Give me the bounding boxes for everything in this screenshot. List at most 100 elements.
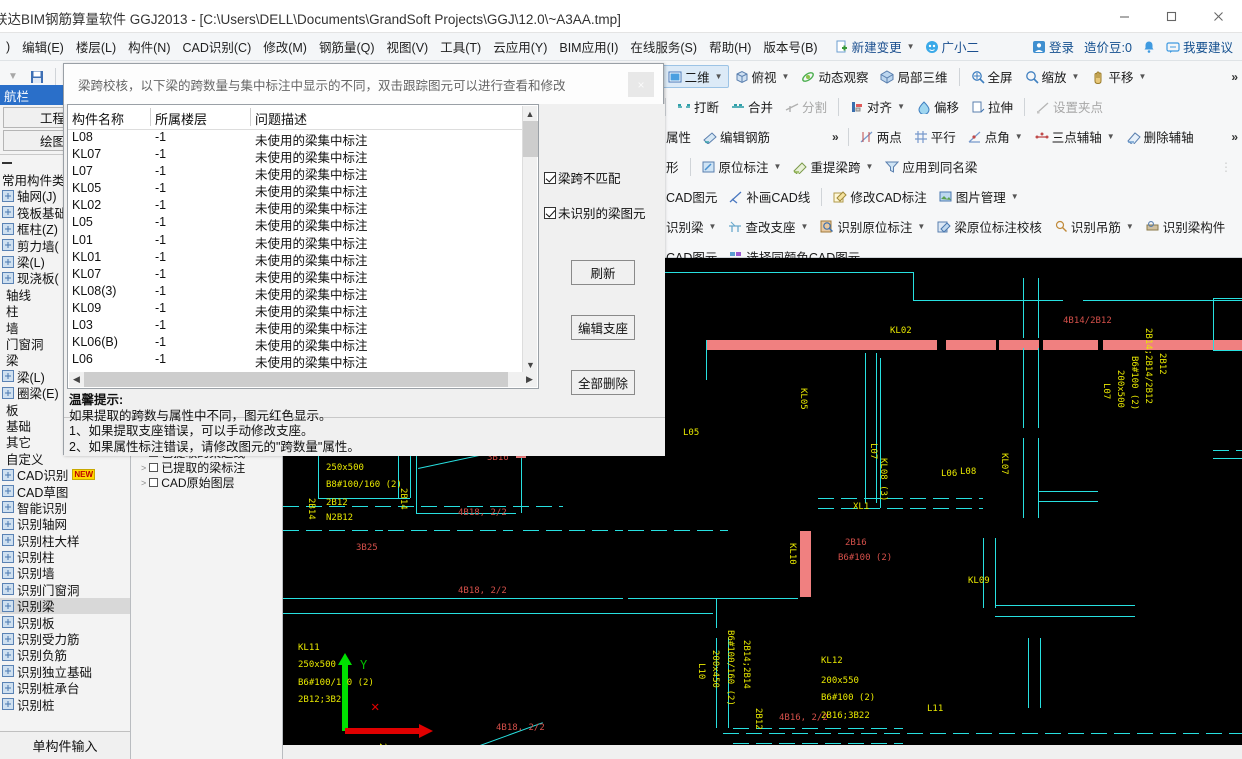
coin-balance[interactable]: 造价豆:0 bbox=[1079, 35, 1137, 58]
checkbox-icon[interactable] bbox=[149, 478, 159, 487]
sidebar-item-24[interactable]: 识别门窗洞 bbox=[0, 581, 130, 598]
table-row[interactable]: KL09 -1 未使用的梁集中标注 bbox=[68, 301, 538, 319]
menu-item-0[interactable]: ) bbox=[0, 38, 16, 56]
new-change-button[interactable]: 新建变更 ▼ bbox=[830, 35, 920, 58]
delete-all-button[interactable]: 全部删除 bbox=[571, 370, 635, 395]
break-button[interactable]: 打断 bbox=[671, 95, 725, 118]
checkbox-span-mismatch[interactable]: 梁跨不匹配 bbox=[544, 168, 662, 187]
two-point-button[interactable]: 两点 bbox=[854, 125, 908, 148]
table-row[interactable]: KL02 -1 未使用的梁集中标注 bbox=[68, 198, 538, 216]
sidebar-item-27[interactable]: 识别受力筋 bbox=[0, 630, 130, 647]
sidebar-item-28[interactable]: 识别负筋 bbox=[0, 647, 130, 663]
chevron-down-icon[interactable]: ▼ bbox=[907, 42, 915, 51]
tree-item-1[interactable]: > 已提取的梁标注 bbox=[131, 460, 283, 475]
sidebar-item-31[interactable]: 识别桩 bbox=[0, 696, 130, 713]
chevron-down-icon[interactable]: ▼ bbox=[709, 222, 717, 231]
beam-annotation-check-button[interactable]: 梁原位标注校核 bbox=[931, 215, 1048, 238]
recognize-beam-component-button[interactable]: 识别梁构件 bbox=[1140, 215, 1232, 238]
modify-cad-annotation-button[interactable]: 修改CAD标注 bbox=[827, 185, 932, 208]
column-header-name[interactable]: 构件名称 bbox=[68, 105, 151, 129]
menu-item-edit[interactable]: 编辑(E) bbox=[16, 35, 70, 58]
scroll-right-icon[interactable]: ▶ bbox=[522, 372, 537, 387]
merge-button[interactable]: 合并 bbox=[725, 95, 779, 118]
top-view-button[interactable]: 俯视 ▼ bbox=[729, 65, 796, 88]
sidebar-item-25[interactable]: 识别梁 bbox=[0, 597, 130, 614]
overflow-chevron-3[interactable]: » bbox=[828, 130, 843, 144]
sidebar-item-29[interactable]: 识别独立基础 bbox=[0, 663, 130, 680]
close-button[interactable] bbox=[1195, 0, 1242, 33]
chevron-right-icon[interactable]: > bbox=[141, 478, 146, 488]
table-row[interactable]: L07 -1 未使用的梁集中标注 bbox=[68, 164, 538, 182]
three-point-axis-button[interactable]: 三点辅轴 ▼ bbox=[1029, 125, 1121, 148]
menu-item-view[interactable]: 视图(V) bbox=[381, 35, 435, 58]
sidebar-item-26[interactable]: 识别板 bbox=[0, 614, 130, 631]
overflow-chevron-2[interactable]: » bbox=[1227, 70, 1242, 84]
maximize-button[interactable] bbox=[1148, 0, 1195, 33]
chevron-down-icon[interactable]: ▼ bbox=[782, 72, 790, 81]
checkbox-icon[interactable] bbox=[544, 206, 556, 219]
vertical-scroll-thumb[interactable] bbox=[523, 121, 538, 157]
apply-same-name-beam-button[interactable]: 应用到同名梁 bbox=[879, 155, 983, 178]
align-button[interactable]: 对齐 ▼ bbox=[844, 95, 911, 118]
menu-item-version[interactable]: 版本号(B) bbox=[757, 35, 823, 58]
table-row[interactable]: L08 -1 未使用的梁集中标注 bbox=[68, 130, 538, 148]
delete-aux-axis-button[interactable]: 删除辅轴 bbox=[1121, 125, 1200, 148]
draw-cad-line-button[interactable]: 补画CAD线 bbox=[723, 185, 816, 208]
scroll-left-icon[interactable]: ◀ bbox=[69, 372, 84, 387]
pan-button[interactable]: 平移 ▼ bbox=[1085, 65, 1152, 88]
point-angle-button[interactable]: 点角 ▼ bbox=[962, 125, 1029, 148]
chevron-down-icon[interactable]: ▼ bbox=[715, 72, 723, 81]
edit-rebar-button[interactable]: 编辑钢筋 bbox=[697, 125, 776, 148]
table-row[interactable]: L01 -1 未使用的梁集中标注 bbox=[68, 233, 538, 251]
chevron-down-icon[interactable]: ▼ bbox=[1126, 222, 1134, 231]
cad-element-button[interactable]: CAD图元 bbox=[660, 185, 723, 208]
chevron-down-icon[interactable]: ▼ bbox=[774, 162, 782, 171]
menu-item-help[interactable]: 帮助(H) bbox=[703, 35, 757, 58]
user-nick-chip[interactable]: 广小二 bbox=[920, 35, 985, 58]
grid-vertical-scrollbar[interactable]: ▲ ▼ bbox=[522, 106, 538, 372]
column-header-description[interactable]: 问题描述 bbox=[251, 105, 521, 129]
collapse-icon[interactable] bbox=[2, 162, 12, 165]
sidebar-item-18[interactable]: CAD草图 bbox=[0, 483, 130, 500]
suggestion-button[interactable]: 我要建议 bbox=[1161, 35, 1238, 58]
login-button[interactable]: 登录 bbox=[1027, 35, 1079, 58]
image-manager-button[interactable]: 图片管理 ▼ bbox=[933, 185, 1025, 208]
chevron-down-icon[interactable]: ▼ bbox=[865, 162, 873, 171]
menu-item-online-service[interactable]: 在线服务(S) bbox=[624, 35, 703, 58]
recognize-beam-button[interactable]: 识别梁 ▼ bbox=[660, 215, 722, 238]
menu-item-cad-recognition[interactable]: CAD识别(C) bbox=[176, 35, 257, 58]
split-button[interactable]: 分割 bbox=[779, 95, 833, 118]
table-row[interactable]: KL07 -1 未使用的梁集中标注 bbox=[68, 267, 538, 285]
zoom-button[interactable]: 缩放 ▼ bbox=[1019, 65, 1086, 88]
recognize-hanging-rebar-button[interactable]: 识别吊筋 ▼ bbox=[1048, 215, 1140, 238]
notification-button[interactable] bbox=[1137, 38, 1161, 56]
parallel-button[interactable]: 平行 bbox=[908, 125, 962, 148]
column-header-floor[interactable]: 所属楼层 bbox=[151, 105, 251, 129]
edit-support-button[interactable]: 编辑支座 bbox=[571, 315, 635, 340]
sidebar-item-22[interactable]: 识别柱 bbox=[0, 548, 130, 565]
table-row[interactable]: L06 -1 未使用的梁集中标注 bbox=[68, 352, 538, 370]
set-grip-button[interactable]: 设置夹点 bbox=[1030, 95, 1109, 118]
menu-item-tools[interactable]: 工具(T) bbox=[434, 35, 487, 58]
chevron-down-icon[interactable]: ▼ bbox=[1107, 132, 1115, 141]
sidebar-item-21[interactable]: 识别柱大样 bbox=[0, 532, 130, 549]
sidebar-item-17[interactable]: CAD识别 NEW bbox=[0, 466, 130, 483]
offset-button[interactable]: 偏移 bbox=[911, 95, 965, 118]
table-row[interactable]: L05 -1 未使用的梁集中标注 bbox=[68, 215, 538, 233]
sidebar-item-23[interactable]: 识别墙 bbox=[0, 565, 130, 581]
table-row[interactable]: L03 -1 未使用的梁集中标注 bbox=[68, 318, 538, 336]
menu-item-rebar-qty[interactable]: 钢筋量(Q) bbox=[313, 35, 381, 58]
menu-item-bim-app[interactable]: BIM应用(I) bbox=[553, 35, 624, 58]
recognize-original-annotation-button[interactable]: 识别原位标注 ▼ bbox=[814, 215, 931, 238]
dropdown-caret-left[interactable]: ▼ bbox=[2, 69, 24, 84]
menu-item-modify[interactable]: 修改(M) bbox=[257, 35, 313, 58]
overflow-chevron-4[interactable]: » bbox=[1227, 130, 1242, 144]
refresh-button[interactable]: 刷新 bbox=[571, 260, 635, 285]
checkbox-icon[interactable] bbox=[149, 463, 159, 472]
sidebar-item-19[interactable]: 智能识别 bbox=[0, 499, 130, 516]
dialog-close-button[interactable]: × bbox=[628, 72, 654, 97]
chevron-down-icon[interactable]: ▼ bbox=[1072, 72, 1080, 81]
checkbox-icon[interactable] bbox=[544, 171, 556, 184]
table-row[interactable]: KL06(B) -1 未使用的梁集中标注 bbox=[68, 335, 538, 353]
menu-item-cloud-app[interactable]: 云应用(Y) bbox=[487, 35, 553, 58]
